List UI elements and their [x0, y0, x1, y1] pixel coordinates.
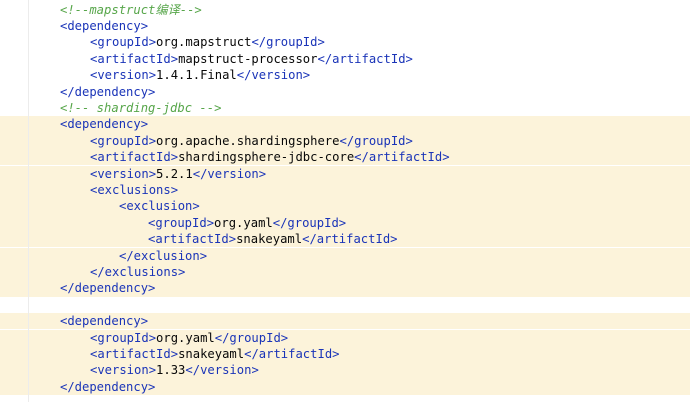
xml-tag: <version>: [90, 363, 157, 378]
xml-text: org.mapstruct: [156, 35, 252, 50]
xml-tag: </groupId>: [339, 133, 413, 148]
xml-tag: <version>: [90, 166, 157, 181]
code-line-content: </exclusion>: [119, 248, 207, 264]
code-line-content: <dependency>: [60, 18, 148, 34]
code-line-content: <dependency>: [60, 313, 148, 329]
xml-tag: </dependency>: [60, 379, 156, 394]
xml-tag: <artifactId>: [90, 346, 179, 361]
xml-tag: </artifactId>: [354, 150, 450, 165]
code-line[interactable]: <groupId>org.mapstruct</groupId>: [0, 34, 690, 50]
code-line[interactable]: <!--mapstruct编译-->: [0, 2, 690, 18]
code-line[interactable]: <version>5.2.1</version>: [0, 165, 690, 182]
code-line-content: <groupId>org.yaml</groupId>: [148, 215, 346, 231]
code-line-content: <groupId>org.yaml</groupId>: [90, 330, 288, 346]
xml-tag: </groupId>: [214, 330, 289, 345]
code-line-content: </dependency>: [60, 84, 155, 100]
xml-tag: <groupId>: [90, 133, 157, 148]
xml-text: snakeyaml: [178, 346, 245, 361]
code-line[interactable]: <artifactId>shardingsphere-jdbc-core</ar…: [0, 149, 690, 166]
xml-tag: </artifactId>: [302, 232, 398, 247]
xml-text: 1.33: [156, 363, 186, 378]
code-line-content: </dependency>: [60, 280, 155, 296]
code-editor[interactable]: <!--mapstruct编译--> <dependency> <groupId>o…: [0, 0, 690, 402]
xml-tag: <dependency>: [60, 18, 149, 33]
code-line-content: <exclusion>: [119, 198, 200, 214]
code-line[interactable]: </exclusion>: [0, 247, 690, 264]
code-line[interactable]: <artifactId>snakeyaml</artifactId>: [0, 345, 690, 363]
code-line[interactable]: <dependency>: [0, 313, 690, 330]
code-line[interactable]: <version>1.33</version>: [0, 362, 690, 379]
xml-tag: </artifactId>: [317, 51, 413, 66]
code-line-content: <artifactId>mapstruct-processor</artifac…: [90, 51, 413, 67]
xml-text: shardingsphere-jdbc-core: [178, 150, 355, 165]
code-line[interactable]: <exclusions>: [0, 181, 690, 199]
code-line[interactable]: <dependency>: [0, 116, 690, 133]
xml-tag: <artifactId>: [90, 51, 179, 66]
code-line-content: <version>1.4.1.Final</version>: [90, 67, 310, 83]
xml-comment: <!--mapstruct编译-->: [60, 2, 202, 17]
xml-tag: </groupId>: [251, 35, 325, 50]
code-line[interactable]: </dependency>: [0, 378, 690, 396]
xml-text: 5.2.1: [156, 166, 193, 181]
xml-tag: <dependency>: [60, 314, 149, 329]
code-line[interactable]: </dependency>: [0, 84, 690, 100]
code-line[interactable]: <!-- sharding-jdbc -->: [0, 100, 690, 116]
xml-tag: </artifactId>: [244, 346, 340, 361]
code-line[interactable]: <artifactId>mapstruct-processor</artifac…: [0, 51, 690, 67]
xml-text: snakeyaml: [236, 232, 303, 247]
xml-tag: </exclusions>: [90, 264, 186, 279]
xml-tag: </dependency>: [60, 281, 156, 296]
code-line[interactable]: <groupId>org.yaml</groupId>: [0, 329, 690, 346]
xml-text: 1.4.1.Final: [156, 68, 237, 83]
code-line-content: </exclusions>: [90, 264, 185, 280]
code-line-content: <!-- sharding-jdbc -->: [60, 100, 221, 116]
line-gutter: [0, 0, 29, 402]
xml-tag: <groupId>: [90, 35, 157, 50]
xml-tag: </version>: [185, 363, 259, 378]
code-line-content: </dependency>: [60, 379, 155, 395]
code-line-content: <dependency>: [60, 116, 148, 132]
xml-text: org.yaml: [156, 330, 215, 345]
xml-text: org.apache.shardingsphere: [156, 133, 340, 148]
xml-tag: <exclusion>: [119, 199, 200, 214]
xml-tag: </groupId>: [272, 215, 347, 230]
code-line[interactable]: </exclusions>: [0, 263, 690, 281]
code-line-content: <artifactId>snakeyaml</artifactId>: [148, 231, 398, 247]
code-line[interactable]: <dependency>: [0, 18, 690, 34]
code-line-content: <artifactId>snakeyaml</artifactId>: [90, 346, 340, 362]
xml-text: org.yaml: [214, 215, 273, 230]
xml-tag: <version>: [90, 68, 157, 83]
xml-tag: <artifactId>: [90, 150, 179, 165]
code-line-content: <groupId>org.apache.shardingsphere</grou…: [90, 133, 413, 149]
code-line[interactable]: </dependency>: [0, 280, 690, 297]
xml-tag: <groupId>: [90, 330, 157, 345]
code-line[interactable]: [0, 297, 690, 313]
code-line-content: <artifactId>shardingsphere-jdbc-core</ar…: [90, 149, 450, 165]
code-line-content: <!--mapstruct编译-->: [60, 2, 202, 18]
code-line-content: <version>1.33</version>: [90, 362, 259, 378]
code-line[interactable]: <exclusion>: [0, 198, 690, 215]
xml-text: mapstruct-processor: [178, 51, 318, 66]
code-line-content: <groupId>org.mapstruct</groupId>: [90, 34, 325, 50]
code-line[interactable]: <groupId>org.yaml</groupId>: [0, 214, 690, 232]
code-line-content: <version>5.2.1</version>: [90, 166, 266, 182]
code-line[interactable]: <groupId>org.apache.shardingsphere</grou…: [0, 132, 690, 150]
code-line-content: <exclusions>: [90, 182, 178, 198]
xml-comment: <!-- sharding-jdbc -->: [60, 100, 222, 115]
xml-tag: <exclusions>: [90, 182, 179, 197]
xml-tag: <artifactId>: [148, 232, 237, 247]
xml-tag: </dependency>: [60, 84, 156, 99]
code-line[interactable]: <version>1.4.1.Final</version>: [0, 67, 690, 83]
xml-tag: <groupId>: [148, 215, 215, 230]
xml-tag: <dependency>: [60, 117, 149, 132]
xml-tag: </version>: [236, 68, 311, 83]
xml-tag: </exclusion>: [119, 248, 208, 263]
xml-tag: </version>: [192, 166, 267, 181]
code-line[interactable]: <artifactId>snakeyaml</artifactId>: [0, 231, 690, 248]
